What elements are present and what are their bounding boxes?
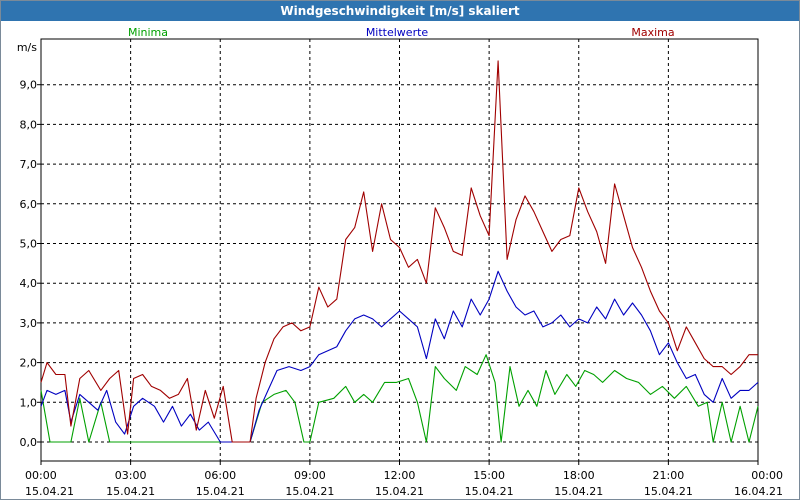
x-tick-date: 15.04.21 — [285, 485, 334, 498]
y-tick-label: 0,0 — [20, 436, 38, 449]
y-tick-label: 7,0 — [20, 158, 38, 171]
x-tick-date: 15.04.21 — [644, 485, 693, 498]
y-tick-label: 4,0 — [20, 277, 38, 290]
x-tick-time: 00:00 — [751, 469, 783, 482]
x-tick-date: 15.04.21 — [106, 485, 155, 498]
y-tick-label: 5,0 — [20, 238, 38, 251]
series-line-minima — [40, 354, 759, 443]
series-line-mittelwerte — [40, 270, 759, 443]
x-tick-time: 21:00 — [653, 469, 685, 482]
x-tick-time: 00:00 — [25, 469, 57, 482]
chart-window: Windgeschwindigkeit [m/s] skaliert 0,0 1,… — [0, 0, 800, 500]
x-tick-date: 15.04.21 — [465, 485, 514, 498]
x-tick-time: 15:00 — [473, 469, 505, 482]
y-tick-label: 2,0 — [20, 357, 38, 370]
x-tick-date: 15.04.21 — [25, 485, 74, 498]
axes — [37, 38, 759, 465]
x-tick-date: 15.04.21 — [375, 485, 424, 498]
grid — [41, 39, 758, 461]
y-tick-label: 8,0 — [20, 118, 38, 131]
legend-minima: Minima — [128, 26, 168, 39]
y-tick-label: 6,0 — [20, 198, 38, 211]
legend-mittelwerte: Mittelwerte — [366, 26, 429, 39]
x-tick-time: 09:00 — [294, 469, 326, 482]
x-tick-time: 03:00 — [115, 469, 147, 482]
wind-speed-chart: 0,0 1,0 2,0 3,0 4,0 5,0 6,0 7,0 8,0 9,0 m/s 00:00 15… — [17, 26, 783, 498]
x-tick-date: 15.04.21 — [554, 485, 603, 498]
x-tick-time: 06:00 — [204, 469, 236, 482]
y-tick-label: 1,0 — [20, 396, 38, 409]
y-tick-label: 9,0 — [20, 79, 38, 92]
x-tick-time: 18:00 — [563, 469, 595, 482]
x-tick-time: 12:00 — [384, 469, 416, 482]
legend-maxima: Maxima — [631, 26, 674, 39]
x-tick-date: 15.04.21 — [196, 485, 245, 498]
y-tick-label: 3,0 — [20, 317, 38, 330]
x-tick-date: 16.04.21 — [734, 485, 783, 498]
y-axis-unit: m/s — [17, 41, 37, 54]
